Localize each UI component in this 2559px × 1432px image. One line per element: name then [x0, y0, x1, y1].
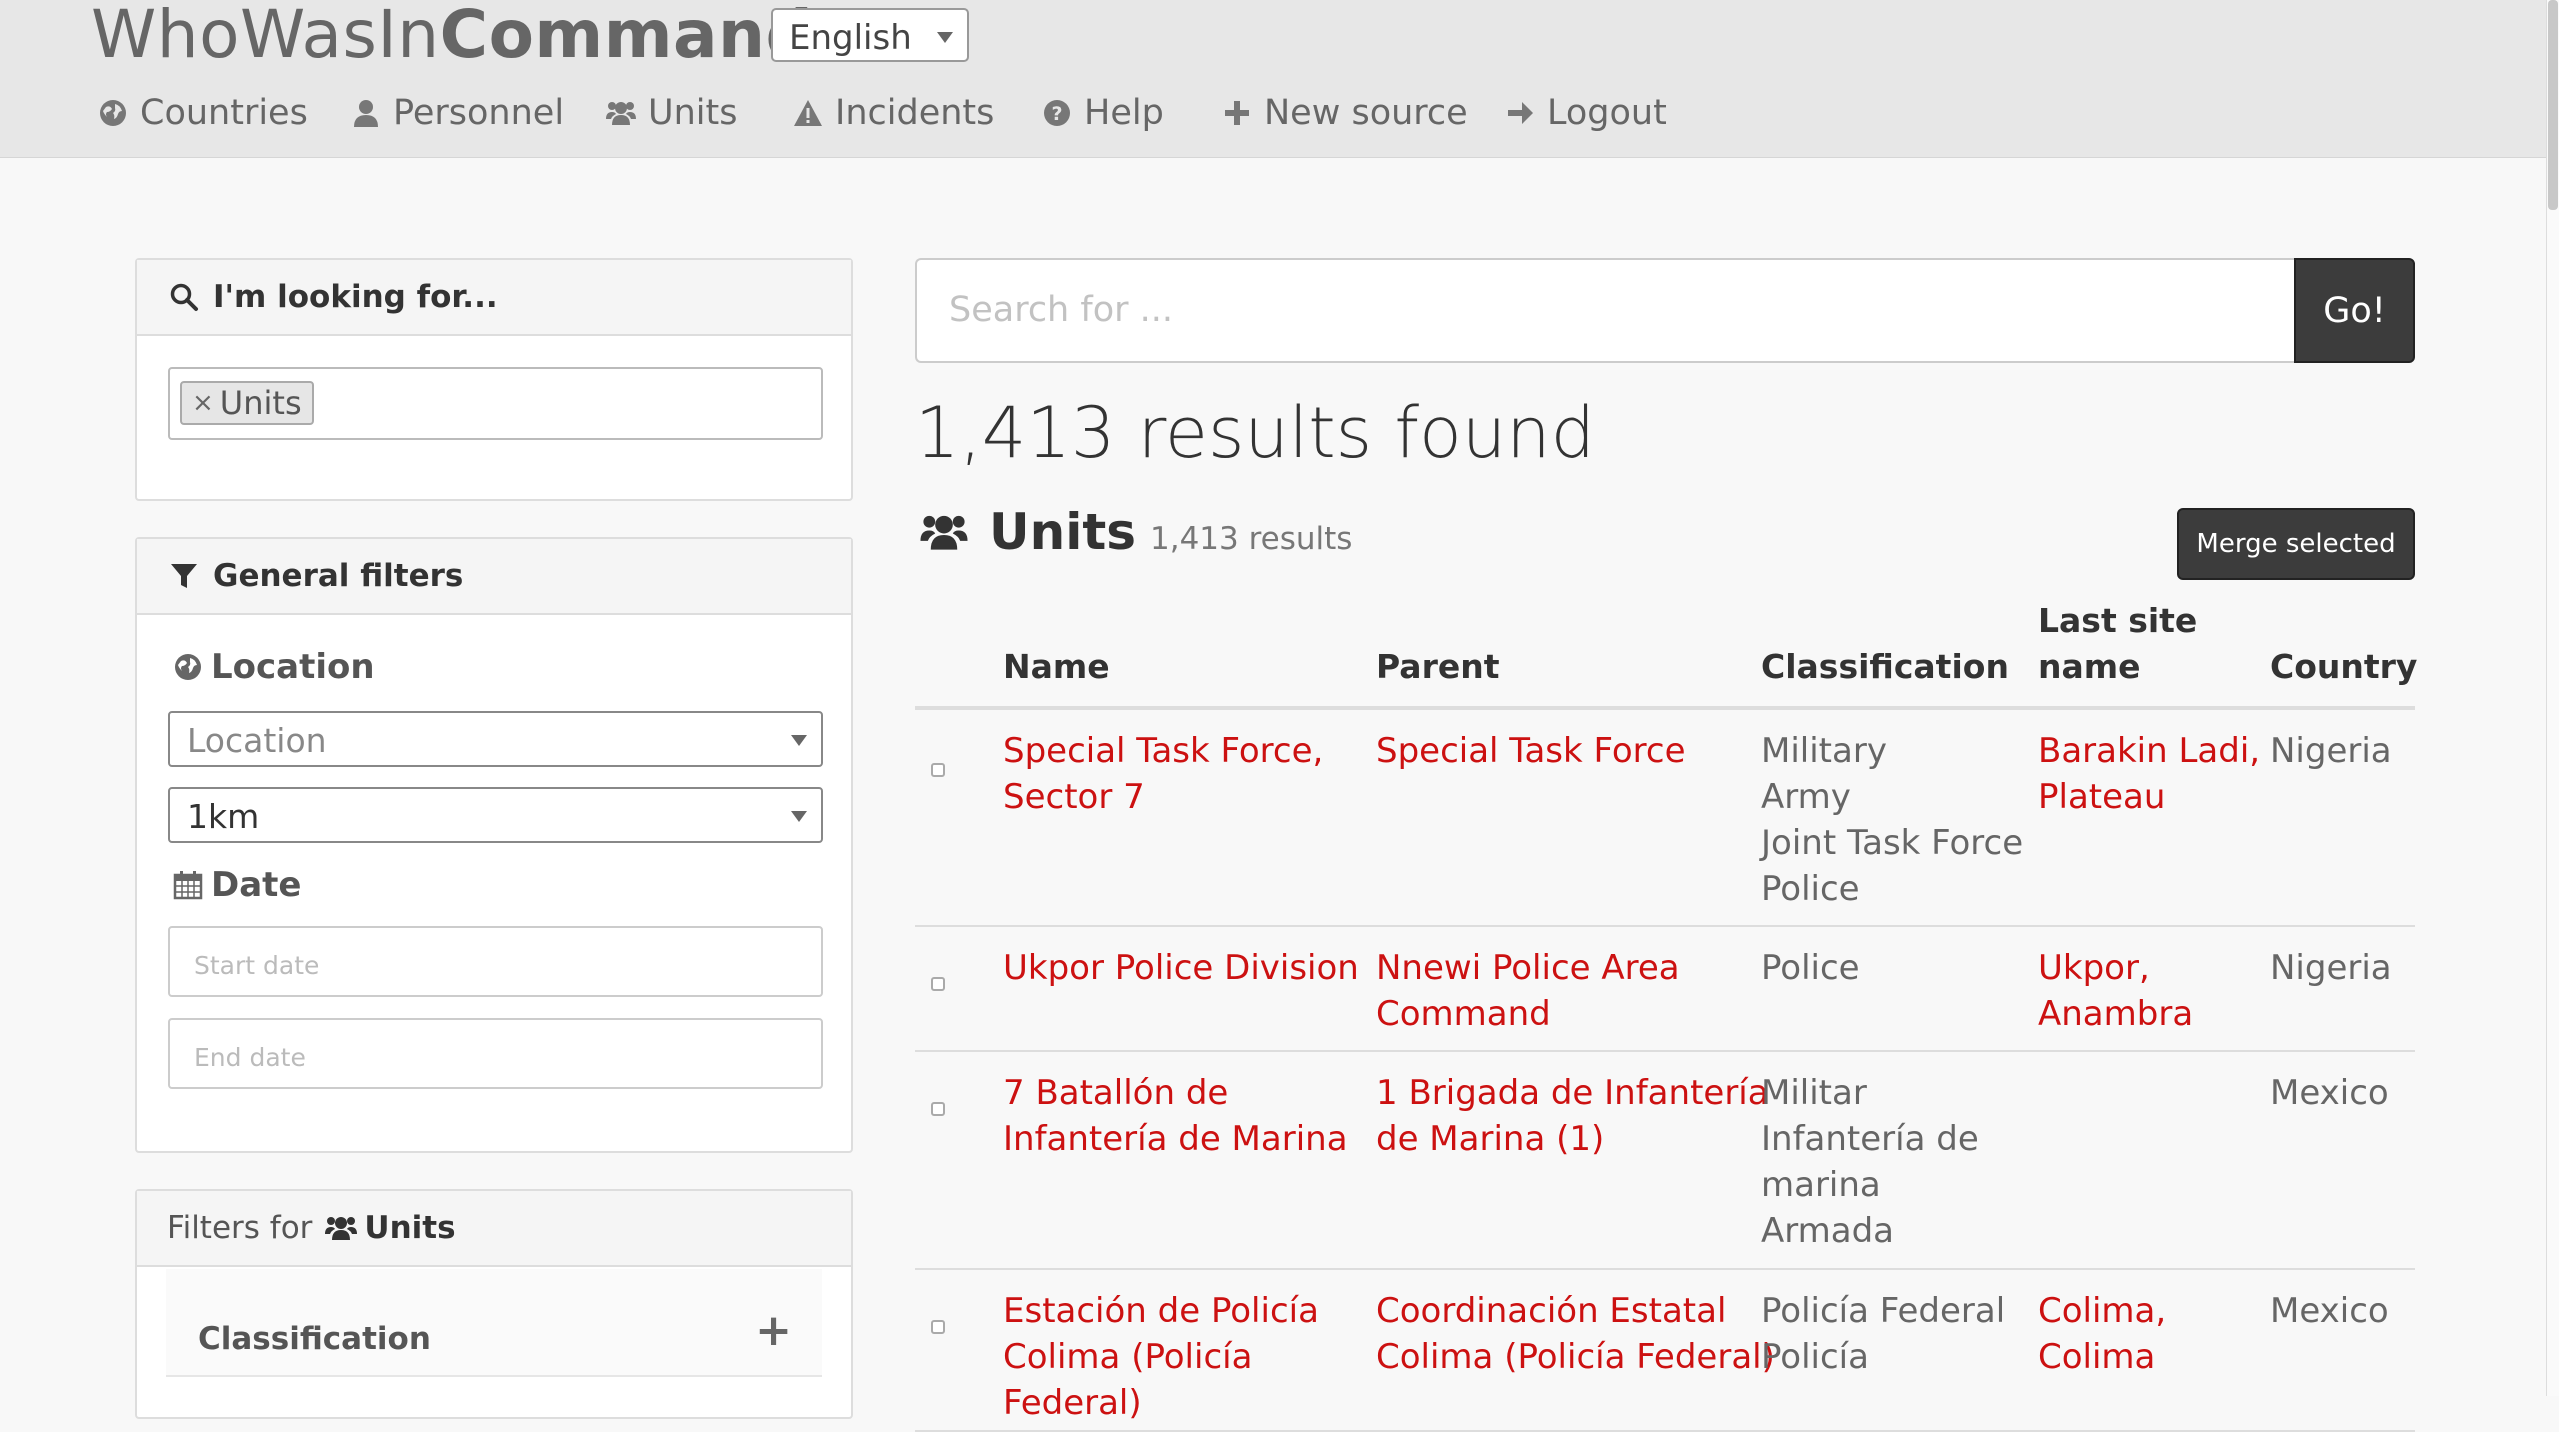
- cell-last-site[interactable]: Ukpor, Anambra: [2038, 945, 2193, 1037]
- looking-for-panel: I'm looking for... × Units: [135, 258, 853, 501]
- nav-units[interactable]: Units: [606, 93, 737, 133]
- col-name[interactable]: Name: [1003, 644, 1110, 690]
- cell-name[interactable]: 7 Batallón de Infantería de Marina: [1003, 1070, 1348, 1162]
- user-icon: [354, 100, 378, 127]
- page-scrollbar[interactable]: [2546, 0, 2559, 1396]
- entity-filters-heading: Filters for Units: [137, 1191, 851, 1267]
- chevron-down-icon: [791, 735, 807, 746]
- language-selected: English: [789, 18, 912, 58]
- nav-incidents[interactable]: Incidents: [793, 93, 994, 133]
- cell-name[interactable]: Special Task Force, Sector 7: [1003, 728, 1323, 820]
- cell-classification: Military Army Joint Task Force Police: [1761, 731, 2024, 909]
- users-icon: [325, 1217, 358, 1240]
- cell-country: Nigeria: [2270, 731, 2392, 771]
- date-label: Date: [173, 865, 301, 905]
- calendar-icon: [173, 871, 203, 900]
- cell-parent[interactable]: Special Task Force: [1376, 728, 1686, 774]
- language-select[interactable]: English: [771, 8, 969, 62]
- col-last-site-name[interactable]: Last site name: [2038, 598, 2197, 690]
- section-result-count: 1,413 results: [1150, 521, 1353, 557]
- globe-icon: [100, 100, 126, 126]
- merge-selected-button[interactable]: Merge selected: [2177, 508, 2415, 580]
- start-date-input[interactable]: Start date: [168, 926, 823, 997]
- svg-text:?: ?: [1051, 103, 1062, 125]
- results-table: Name Parent Classification Last site name…: [915, 595, 2417, 1432]
- row-select-checkbox[interactable]: [931, 977, 945, 991]
- cell-name[interactable]: Estación de Policía Colima (Policía Federa…: [1003, 1288, 1319, 1426]
- location-label: Location: [173, 647, 375, 687]
- go-button[interactable]: Go!: [2294, 258, 2415, 363]
- globe-icon: [175, 654, 201, 680]
- col-country[interactable]: Country: [2270, 644, 2417, 690]
- cell-country: Mexico: [2270, 1291, 2389, 1331]
- cell-parent[interactable]: 1 Brigada de Infantería de Marina (1): [1376, 1070, 1769, 1162]
- selected-entity-tag: × Units: [180, 381, 314, 425]
- radius-select[interactable]: 1km: [168, 787, 823, 843]
- plus-icon: [1225, 101, 1249, 125]
- users-icon: [606, 102, 636, 125]
- cell-parent[interactable]: Nnewi Police Area Command: [1376, 945, 1680, 1037]
- entity-type-input[interactable]: × Units: [168, 367, 823, 440]
- table-body: Special Task Force, Sector 7 Special Task …: [915, 710, 2415, 1432]
- scrollbar-thumb[interactable]: [2548, 0, 2558, 210]
- table-row: Special Task Force, Sector 7 Special Task …: [915, 710, 2415, 927]
- table-row: 7 Batallón de Infantería de Marina 1 Briga…: [915, 1052, 2415, 1270]
- row-select-checkbox[interactable]: [931, 1102, 945, 1116]
- filter-icon: [171, 564, 197, 588]
- classification-accordion[interactable]: Classification +: [166, 1269, 822, 1377]
- question-circle-icon: ?: [1044, 100, 1070, 126]
- nav-countries[interactable]: Countries: [98, 93, 308, 133]
- search-icon: [170, 283, 198, 311]
- row-select-checkbox[interactable]: [931, 763, 945, 777]
- cell-parent[interactable]: Coordinación Estatal Colima (Policía Fede…: [1376, 1288, 1775, 1380]
- warning-icon: [794, 100, 822, 126]
- arrow-right-icon: [1508, 102, 1533, 124]
- end-date-input[interactable]: End date: [168, 1018, 823, 1089]
- table-row: Estación de Policía Colima (Policía Federa…: [915, 1270, 2415, 1432]
- col-classification[interactable]: Classification: [1761, 644, 2009, 690]
- users-icon: [920, 515, 968, 550]
- cell-last-site[interactable]: Barakin Ladi, Plateau: [2038, 728, 2260, 820]
- nav-new-source[interactable]: New source: [1222, 93, 1468, 133]
- col-parent[interactable]: Parent: [1376, 644, 1500, 690]
- cell-last-site[interactable]: Colima, Colima: [2038, 1288, 2166, 1380]
- table-header: Name Parent Classification Last site name…: [915, 595, 2417, 710]
- search-input[interactable]: Search for ...: [915, 258, 2298, 363]
- general-filters-panel: General filters Location Location 1km Da…: [135, 537, 853, 1153]
- cell-country: Nigeria: [2270, 948, 2392, 988]
- looking-for-heading: I'm looking for...: [137, 260, 851, 336]
- cell-classification: Policía Federal Policía: [1761, 1291, 2006, 1377]
- cell-classification: Police: [1761, 948, 1860, 988]
- entity-filters-panel: Filters for Units Classification +: [135, 1189, 853, 1419]
- table-row: Ukpor Police Division Nnewi Police Area Co…: [915, 927, 2415, 1052]
- nav-personnel[interactable]: Personnel: [351, 93, 564, 133]
- site-brand[interactable]: WhoWasInCommand: [91, 0, 813, 73]
- nav-help[interactable]: ? Help: [1042, 93, 1164, 133]
- general-filters-heading: General filters: [137, 539, 851, 615]
- expand-plus-icon[interactable]: +: [755, 1305, 792, 1356]
- cell-classification: Militar Infantería de marina Armada: [1761, 1073, 1979, 1251]
- cell-name[interactable]: Ukpor Police Division: [1003, 945, 1359, 991]
- chevron-down-icon: [937, 32, 953, 43]
- top-navbar: WhoWasInCommand English Countries Person…: [0, 0, 2547, 158]
- units-section-title: Units 1,413 results: [919, 503, 1352, 561]
- cell-country: Mexico: [2270, 1073, 2389, 1113]
- location-select[interactable]: Location: [168, 711, 823, 767]
- nav-logout[interactable]: Logout: [1505, 93, 1667, 133]
- row-select-checkbox[interactable]: [931, 1320, 945, 1334]
- results-count: 1,413 results found: [915, 392, 1596, 474]
- chevron-down-icon: [791, 811, 807, 822]
- classification-label: Classification: [198, 1321, 431, 1357]
- tag-remove-icon[interactable]: ×: [192, 388, 214, 418]
